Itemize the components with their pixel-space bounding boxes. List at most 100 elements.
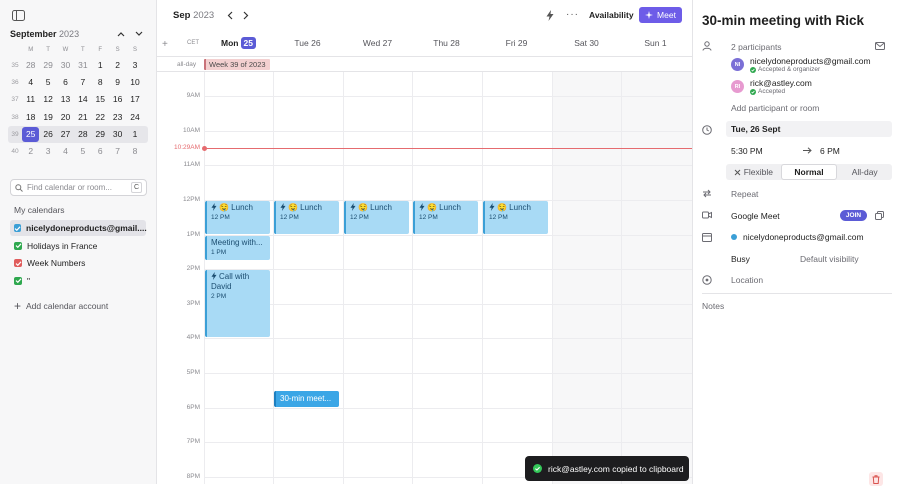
event-title[interactable]: 30-min meeting with Rick <box>702 13 864 28</box>
checkbox-checked-icon[interactable] <box>14 259 22 267</box>
event-calendar-selector[interactable]: nicelydoneproducts@gmail.com <box>743 232 864 242</box>
mini-calendar-day[interactable]: 29 <box>39 58 56 73</box>
checkbox-checked-icon[interactable] <box>14 241 22 250</box>
participant-item[interactable]: rick@astley.com Accepted <box>750 78 812 95</box>
day-header[interactable]: Mon 25 <box>204 37 273 49</box>
day-header[interactable]: Fri 29 <box>482 38 551 48</box>
end-time-field[interactable]: 6 PM <box>820 146 840 156</box>
mini-calendar-day[interactable]: 3 <box>39 144 56 159</box>
mini-calendar-day[interactable]: 4 <box>57 144 74 159</box>
event-date-field[interactable]: Tue, 26 Sept <box>726 121 892 137</box>
week-number-event[interactable]: Week 39 of 2023 <box>204 59 270 70</box>
calendar-search-input[interactable]: Find calendar or room... C <box>10 179 147 196</box>
mini-calendar-day[interactable]: 3 <box>126 58 143 73</box>
mini-calendar-day[interactable]: 13 <box>57 92 74 107</box>
mini-calendar-day[interactable]: 30 <box>57 58 74 73</box>
mini-calendar-day[interactable]: 10 <box>126 75 143 90</box>
mini-calendar-day[interactable]: 19 <box>39 110 56 125</box>
mini-calendar-day[interactable]: 5 <box>39 75 56 90</box>
mini-calendar-day[interactable]: 14 <box>74 92 91 107</box>
mini-calendar-day[interactable]: 18 <box>22 110 39 125</box>
chevron-down-icon[interactable] <box>134 29 144 39</box>
mode-normal[interactable]: Normal <box>780 164 838 180</box>
hour-gridline <box>204 407 692 409</box>
sidebar-toggle-icon[interactable] <box>10 8 26 22</box>
calendar-event[interactable]: 30-min meet... <box>274 391 339 407</box>
mode-flexible[interactable]: Flexible <box>726 164 781 180</box>
mini-calendar-day[interactable]: 27 <box>57 127 74 142</box>
mini-calendar-day[interactable]: 6 <box>92 144 109 159</box>
mini-calendar-day[interactable]: 6 <box>57 75 74 90</box>
bolt-icon[interactable] <box>545 9 555 21</box>
calendar-list-item[interactable]: Week Numbers <box>10 255 146 271</box>
time-grid[interactable]: 9AM 10AM 11AM 12PM 1PM 2PM 3PM 4PM 5PM 6PM 7PM 8PM 1… <box>157 72 692 484</box>
mini-calendar-day[interactable]: 16 <box>109 92 126 107</box>
calendar-event[interactable]: 🤤 Lunch 12 PM <box>344 201 409 234</box>
mini-calendar-day[interactable]: 15 <box>92 92 109 107</box>
copy-icon[interactable] <box>875 211 884 220</box>
participant-item[interactable]: nicelydoneproducts@gmail.com Accepted & … <box>750 56 871 73</box>
mini-calendar-day[interactable]: 23 <box>109 110 126 125</box>
visibility-selector[interactable]: Default visibility <box>800 254 859 264</box>
calendar-list-item[interactable]: " <box>10 273 146 289</box>
meet-button[interactable]: Meet <box>639 7 682 23</box>
calendar-list-item[interactable]: Holidays in France <box>10 238 146 254</box>
mini-calendar-day[interactable]: 1 <box>92 58 109 73</box>
chevron-up-icon[interactable] <box>116 29 126 39</box>
chevron-right-icon[interactable] <box>241 10 251 21</box>
calendar-event[interactable]: 🤤 Lunch 12 PM <box>483 201 548 234</box>
checkbox-checked-icon[interactable] <box>14 224 21 232</box>
mini-calendar-day[interactable]: 28 <box>22 58 39 73</box>
mini-calendar-day[interactable]: 30 <box>109 127 126 142</box>
mini-calendar-day[interactable]: 9 <box>109 75 126 90</box>
availability-button[interactable]: Availability <box>589 10 634 20</box>
day-header[interactable]: Sun 1 <box>621 38 690 48</box>
mini-calendar-day[interactable]: 26 <box>39 127 56 142</box>
day-header[interactable]: Wed 27 <box>343 38 412 48</box>
calendar-icon <box>702 232 712 242</box>
calendar-event[interactable]: 🤤 Lunch 12 PM <box>413 201 478 234</box>
mini-calendar-day[interactable]: 2 <box>22 144 39 159</box>
add-calendar-account-button[interactable]: + Add calendar account <box>14 299 108 313</box>
mini-calendar-day[interactable]: 8 <box>126 144 143 159</box>
calendar-event[interactable]: 🤤 Lunch 12 PM <box>274 201 339 234</box>
mini-calendar-day[interactable]: 25 <box>22 126 40 142</box>
mini-calendar-day[interactable]: 7 <box>109 144 126 159</box>
add-participant-input[interactable]: Add participant or room <box>731 103 819 113</box>
more-options-icon[interactable]: ··· <box>566 9 579 20</box>
mini-calendar-day[interactable]: 28 <box>74 127 91 142</box>
mini-calendar-day[interactable]: 11 <box>22 92 39 107</box>
calendar-list-item[interactable]: nicelydoneproducts@gmail.... <box>10 220 147 236</box>
mini-calendar-day[interactable]: 7 <box>74 75 91 90</box>
day-header[interactable]: Thu 28 <box>412 38 481 48</box>
calendar-event[interactable]: Call with David 2 PM <box>205 270 270 338</box>
mini-calendar-day[interactable]: 29 <box>92 127 109 142</box>
mini-calendar-day[interactable]: 4 <box>22 75 39 90</box>
mini-calendar-day[interactable]: 31 <box>74 58 91 73</box>
chevron-left-icon[interactable] <box>225 10 235 21</box>
busy-selector[interactable]: Busy <box>731 254 750 264</box>
checkbox-checked-icon[interactable] <box>14 276 22 285</box>
day-header[interactable]: Sat 30 <box>552 38 621 48</box>
mode-all-day[interactable]: All-day <box>837 164 892 180</box>
mini-calendar-day[interactable]: 2 <box>109 58 126 73</box>
repeat-option[interactable]: Repeat <box>731 189 758 199</box>
add-timezone-icon[interactable]: + <box>162 39 168 50</box>
day-header[interactable]: Tue 26 <box>273 38 342 48</box>
mail-icon[interactable] <box>875 42 885 50</box>
mini-calendar-day[interactable]: 21 <box>74 110 91 125</box>
start-time-field[interactable]: 5:30 PM <box>731 146 763 156</box>
mini-calendar-day[interactable]: 1 <box>126 127 143 142</box>
notes-input[interactable]: Notes <box>702 301 724 311</box>
calendar-event[interactable]: 🤤 Lunch 12 PM <box>205 201 270 234</box>
mini-calendar-day[interactable]: 5 <box>74 144 91 159</box>
location-input[interactable]: Location <box>731 275 763 285</box>
calendar-event[interactable]: Meeting with... 1 PM <box>205 235 270 260</box>
join-button[interactable]: JOIN <box>840 210 867 221</box>
mini-calendar-day[interactable]: 17 <box>126 92 143 107</box>
mini-calendar-day[interactable]: 12 <box>39 92 56 107</box>
mini-calendar-day[interactable]: 22 <box>92 110 109 125</box>
mini-calendar-day[interactable]: 20 <box>57 110 74 125</box>
mini-calendar-day[interactable]: 24 <box>126 110 143 125</box>
mini-calendar-day[interactable]: 8 <box>92 75 109 90</box>
